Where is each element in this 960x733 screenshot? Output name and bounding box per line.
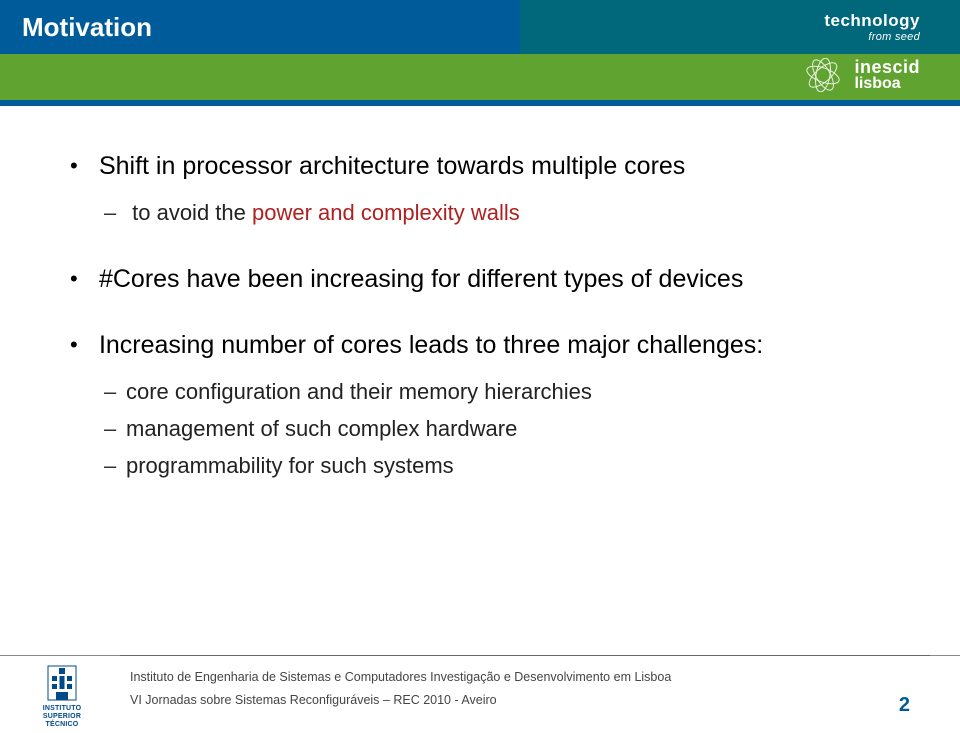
footer-line-2: VI Jornadas sobre Sistemas Reconfiguráve… [130,689,671,712]
bullet-3-text: Increasing number of cores leads to thre… [99,331,763,359]
footer-divider [120,655,930,656]
slide-title: Motivation [0,12,152,43]
swirl-icon [804,58,842,92]
bullet-1-text: Shift in processor architecture towards … [99,152,685,180]
inesc-line1: inescid [854,58,920,76]
brand-strip: technology from seed [520,0,960,54]
bullet-3-sub-2: management of such complex hardware [126,410,910,447]
bullet-3: Increasing number of cores leads to thre… [70,329,910,485]
footer-line-1: Instituto de Engenharia de Sistemas e Co… [130,666,671,689]
ist-label-3: TÉCNICO [46,721,79,728]
ist-logo: INSTITUTO SUPERIOR TÉCNICO [14,662,110,728]
bullet-3-sub-1: core configuration and their memory hier… [126,373,910,410]
slide-header: Motivation technology from seed inescid … [0,0,960,100]
inesc-text: inescid lisboa [854,58,920,92]
inesc-line2: lisboa [854,76,920,92]
slide-footer: INSTITUTO SUPERIOR TÉCNICO Instituto de … [0,655,960,733]
bullet-1-sub-1: to avoid the power and complexity walls [126,194,910,231]
bullet-3-sub-3: programmability for such systems [126,447,910,484]
ist-label-2: SUPERIOR [43,713,81,720]
bullet-2-text: #Cores have been increasing for differen… [99,265,743,293]
slide-body: Shift in processor architecture towards … [0,100,960,485]
footer-text: Instituto de Engenharia de Sistemas e Co… [130,666,671,711]
title-bar: Motivation [0,0,520,54]
bullet-1-sub-1-pre: to avoid the [132,200,252,225]
bullet-1: Shift in processor architecture towards … [70,150,910,231]
inesc-logo: inescid lisboa [804,58,920,92]
ist-label-1: INSTITUTO [43,705,82,712]
bullet-1-sub-1-emph: power and complexity walls [252,200,520,225]
brand-fromseed-label: from seed [868,31,920,43]
brand-technology-label: technology [824,11,920,31]
header-underline [0,100,960,106]
page-number: 2 [899,694,910,717]
bullet-2: #Cores have been increasing for differen… [70,263,910,297]
